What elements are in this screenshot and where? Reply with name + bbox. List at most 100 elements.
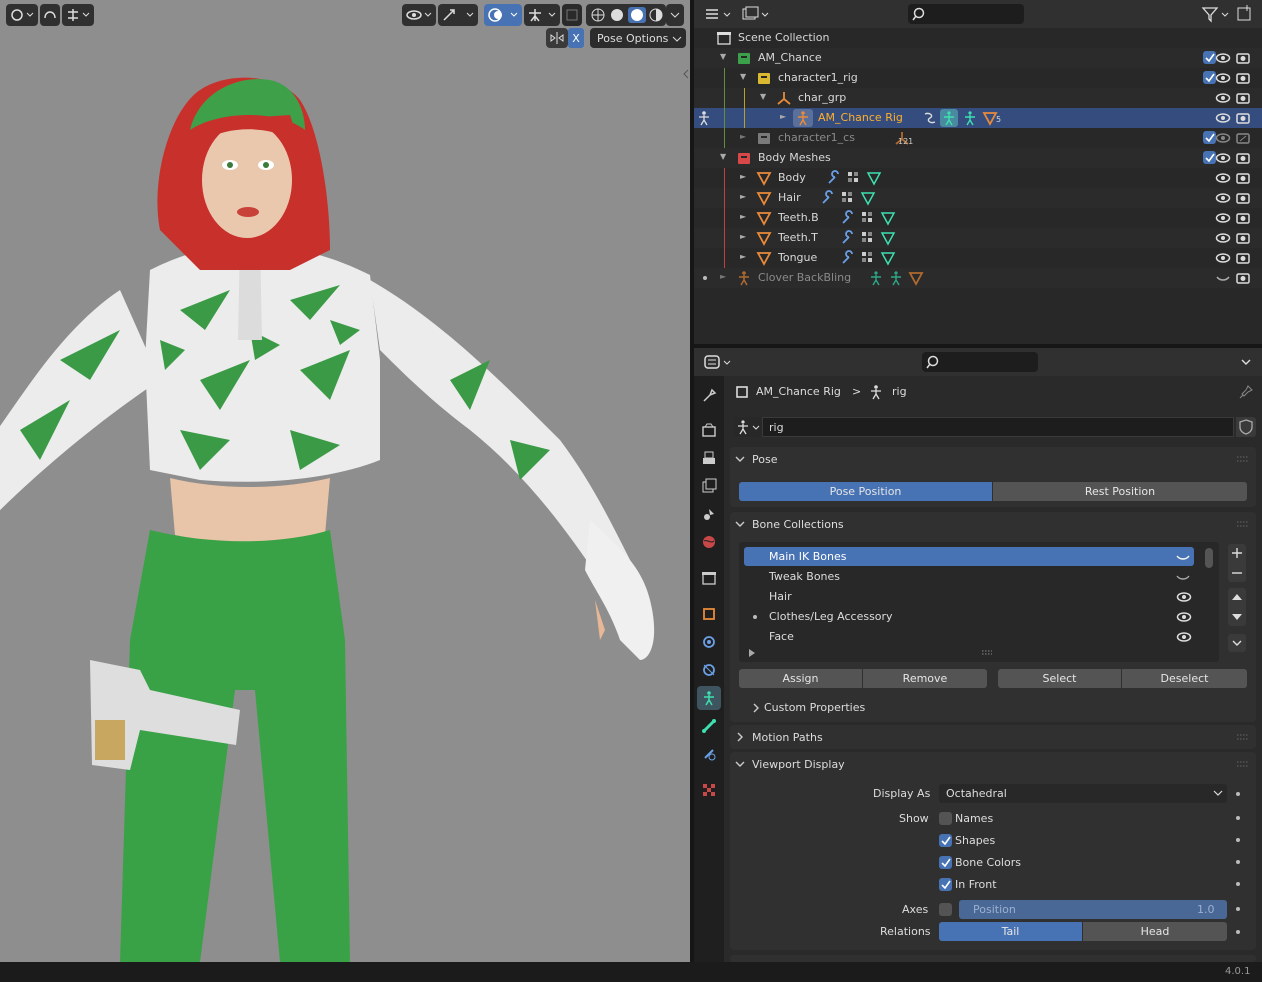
camera-icon[interactable]	[1235, 110, 1251, 126]
expand-arrow-icon[interactable]: ►	[740, 192, 750, 204]
vertex-groups-icon[interactable]	[840, 190, 856, 206]
list-resize-handle-icon[interactable]	[981, 650, 993, 656]
add-icon[interactable]	[1230, 546, 1244, 560]
keyframe-dot[interactable]	[1236, 816, 1240, 820]
display-mode-dropdown[interactable]	[740, 4, 772, 24]
viewport-display-header[interactable]: Viewport Display	[730, 752, 1256, 776]
bone-overlay-dropdown[interactable]	[524, 4, 560, 26]
eye-icon[interactable]	[1215, 110, 1231, 126]
expand-arrow-icon[interactable]: ▼	[720, 52, 730, 64]
render-tab[interactable]	[697, 418, 721, 442]
eye-icon[interactable]	[1215, 190, 1231, 206]
bone-constraint-icon[interactable]	[962, 110, 978, 126]
gizmo-dropdown[interactable]	[438, 4, 478, 26]
outliner-row-scene-collection[interactable]: Scene Collection	[694, 28, 1262, 48]
pose-panel-header[interactable]: Pose	[730, 447, 1256, 471]
drag-handle-icon[interactable]	[1236, 520, 1250, 528]
pose-position-button[interactable]: Pose Position	[739, 482, 992, 501]
move-up-icon[interactable]	[1230, 590, 1244, 604]
sidebar-toggle-icon[interactable]	[682, 68, 690, 80]
outliner[interactable]: Scene Collection ▼ AM_Chance ▼ character…	[694, 0, 1262, 344]
next-panel-header-partial[interactable]	[730, 955, 1256, 962]
keyframe-dot[interactable]	[1236, 930, 1240, 934]
camera-icon[interactable]	[1235, 250, 1251, 266]
eye-icon[interactable]	[1215, 250, 1231, 266]
editor-type-dropdown[interactable]	[702, 352, 736, 372]
vertex-groups-icon[interactable]	[860, 210, 876, 226]
eye-icon[interactable]	[1215, 170, 1231, 186]
mesh-data-icon[interactable]	[880, 210, 896, 226]
list-item[interactable]: Hair	[744, 587, 1194, 606]
wrench-modifier-icon[interactable]	[826, 170, 842, 186]
fake-user-shield-icon[interactable]	[1236, 417, 1256, 437]
outliner-row-hair[interactable]: ► Hair	[694, 188, 1262, 208]
outliner-row-teeth-b[interactable]: ► Teeth.B	[694, 208, 1262, 228]
bone-collections-header[interactable]: Bone Collections	[730, 512, 1256, 536]
list-item[interactable]: Clothes/Leg Accessory	[744, 607, 1194, 626]
view-layer-tab[interactable]	[697, 474, 721, 498]
eye-icon[interactable]	[1176, 589, 1192, 605]
bone-constraint-icon[interactable]	[888, 270, 904, 286]
mesh-data-icon[interactable]	[866, 170, 882, 186]
keyframe-dot[interactable]	[1236, 792, 1240, 796]
camera-icon[interactable]	[1235, 150, 1251, 166]
remove-button[interactable]: Remove	[863, 669, 987, 688]
eye-icon[interactable]	[1215, 150, 1231, 166]
texture-tab[interactable]	[697, 778, 721, 802]
mesh-data-icon[interactable]	[860, 190, 876, 206]
list-item[interactable]: Tweak Bones	[744, 567, 1194, 586]
tool-tab[interactable]	[697, 384, 721, 408]
remove-icon[interactable]	[1230, 566, 1244, 580]
camera-icon[interactable]	[1235, 90, 1251, 106]
list-specials-dropdown[interactable]	[1228, 634, 1246, 652]
collection-tab[interactable]	[697, 566, 721, 590]
outliner-row-am-chance[interactable]: ▼ AM_Chance	[694, 48, 1262, 68]
mesh-triangle-icon[interactable]	[908, 270, 924, 286]
datablock-name-field[interactable]: rig	[762, 417, 1234, 437]
list-item[interactable]: Main IK Bones	[744, 547, 1194, 566]
drag-handle-icon[interactable]	[1236, 760, 1250, 768]
display-as-dropdown[interactable]: Octahedral	[939, 784, 1227, 803]
camera-icon[interactable]	[1235, 230, 1251, 246]
eye-closed-icon[interactable]	[1176, 570, 1190, 584]
pose-options-dropdown[interactable]: Pose Options	[590, 28, 686, 48]
modifiers-tab[interactable]	[697, 630, 721, 654]
wrench-modifier-icon[interactable]	[820, 190, 836, 206]
armature-data-icon[interactable]	[868, 270, 884, 286]
properties-search-input[interactable]	[922, 352, 1038, 372]
properties-editor[interactable]: AM_Chance Rig > rig rig Pose Pose Positi…	[694, 348, 1262, 962]
transform-pivot-dropdown[interactable]	[62, 4, 94, 26]
expand-arrow-icon[interactable]: ►	[740, 212, 750, 224]
expand-arrow-icon[interactable]: ►	[740, 252, 750, 264]
object-mode-dropdown[interactable]	[6, 4, 38, 26]
expand-arrow-icon[interactable]: ►	[740, 172, 750, 184]
keyframe-dot[interactable]	[1236, 860, 1240, 864]
vertex-groups-icon[interactable]	[860, 230, 876, 246]
custom-properties-subpanel[interactable]: Custom Properties	[748, 698, 1048, 718]
output-tab[interactable]	[697, 446, 721, 470]
relations-tail-button[interactable]: Tail	[939, 922, 1082, 941]
vertex-groups-icon[interactable]	[846, 170, 862, 186]
eye-icon[interactable]	[1215, 50, 1231, 66]
names-checkbox[interactable]	[939, 812, 952, 825]
eye-icon[interactable]	[1176, 609, 1192, 625]
bone-constraints-tab[interactable]	[697, 742, 721, 766]
motion-paths-panel[interactable]: Motion Paths	[730, 725, 1256, 749]
deselect-button[interactable]: Deselect	[1122, 669, 1247, 688]
list-scrollbar[interactable]	[1205, 548, 1213, 568]
scene-tab[interactable]	[697, 502, 721, 526]
eye-icon[interactable]	[1215, 210, 1231, 226]
pose-data-icon[interactable]	[922, 110, 938, 126]
options-dropdown[interactable]	[1238, 354, 1254, 370]
eye-icon[interactable]	[1176, 629, 1192, 645]
new-collection-icon[interactable]	[1236, 4, 1256, 24]
camera-icon[interactable]	[1235, 130, 1251, 146]
mirror-icon[interactable]	[546, 28, 568, 48]
in-front-checkbox[interactable]	[939, 878, 952, 891]
outliner-row-character1-rig[interactable]: ▼ character1_rig	[694, 68, 1262, 88]
pose-mode-icon[interactable]	[696, 110, 712, 126]
expand-arrow-icon[interactable]: ▼	[740, 72, 750, 84]
axes-position-slider[interactable]: Position 1.0	[959, 900, 1227, 919]
camera-icon[interactable]	[1235, 70, 1251, 86]
select-button[interactable]: Select	[998, 669, 1121, 688]
